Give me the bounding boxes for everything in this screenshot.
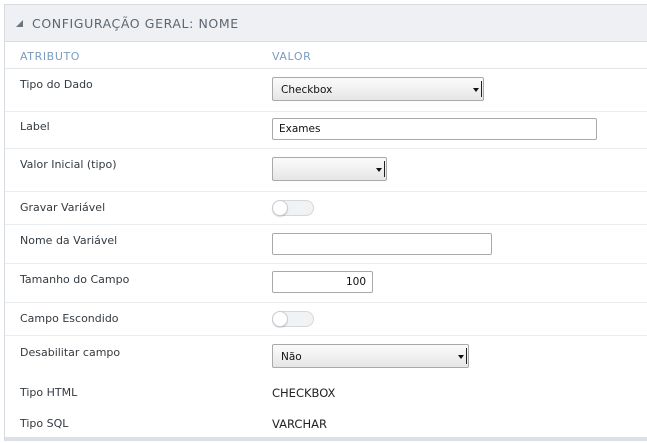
panel-title: CONFIGURAÇÃO GERAL: NOME xyxy=(32,16,239,31)
row-desabilitar-campo: Desabilitar campo Não xyxy=(5,336,647,376)
row-label: Label Exames xyxy=(5,112,647,149)
tipo-do-dado-selected-value: Checkbox xyxy=(281,84,333,96)
desabilitar-campo-select[interactable]: Não xyxy=(272,344,469,368)
panel-footer-strip xyxy=(5,437,647,441)
label-input[interactable]: Exames xyxy=(272,118,597,140)
column-header-attribute: ATRIBUTO xyxy=(20,50,81,63)
row-campo-escondido: Campo Escondido xyxy=(5,303,647,336)
dropdown-arrow-icon xyxy=(376,168,382,172)
collapse-triangle-icon[interactable] xyxy=(16,20,23,27)
column-header-row: ATRIBUTO VALOR xyxy=(5,42,647,69)
row-gravar-variavel: Gravar Variável xyxy=(5,192,647,225)
label-valor-inicial: Valor Inicial (tipo) xyxy=(20,158,117,171)
desabilitar-campo-selected-value: Não xyxy=(281,351,302,363)
tipo-do-dado-select[interactable]: Checkbox xyxy=(272,77,484,101)
row-tipo-sql: Tipo SQL VARCHAR xyxy=(5,408,647,438)
label-tamanho-campo: Tamanho do Campo xyxy=(20,273,130,286)
dropdown-divider xyxy=(466,348,467,364)
label-nome-variavel: Nome da Variável xyxy=(20,234,118,247)
general-config-panel: CONFIGURAÇÃO GERAL: NOME ATRIBUTO VALOR … xyxy=(4,4,647,441)
column-header-value: VALOR xyxy=(272,50,312,63)
dropdown-divider xyxy=(481,81,482,97)
panel-header[interactable]: CONFIGURAÇÃO GERAL: NOME xyxy=(5,5,647,42)
toggle-knob xyxy=(272,311,288,327)
valor-inicial-select[interactable] xyxy=(272,157,387,181)
label-tipo-do-dado: Tipo do Dado xyxy=(20,78,93,91)
tipo-html-value: CHECKBOX xyxy=(272,386,336,400)
row-nome-variavel: Nome da Variável xyxy=(5,225,647,264)
row-valor-inicial: Valor Inicial (tipo) xyxy=(5,149,647,192)
dropdown-arrow-icon xyxy=(458,355,464,359)
tipo-sql-value: VARCHAR xyxy=(272,417,327,431)
row-tipo-html: Tipo HTML CHECKBOX xyxy=(5,377,647,408)
gravar-variavel-toggle[interactable] xyxy=(272,200,314,216)
label-gravar-variavel: Gravar Variável xyxy=(20,201,106,214)
row-tamanho-campo: Tamanho do Campo 100 xyxy=(5,264,647,303)
campo-escondido-toggle[interactable] xyxy=(272,311,314,327)
nome-variavel-input[interactable] xyxy=(272,233,492,255)
dropdown-arrow-icon xyxy=(473,88,479,92)
label-campo-escondido: Campo Escondido xyxy=(20,312,119,325)
label-tipo-html: Tipo HTML xyxy=(20,386,78,399)
label-tipo-sql: Tipo SQL xyxy=(20,417,69,430)
label-desabilitar-campo: Desabilitar campo xyxy=(20,346,121,359)
toggle-knob xyxy=(272,200,288,216)
dropdown-divider xyxy=(384,161,385,177)
tamanho-campo-input[interactable]: 100 xyxy=(272,271,373,293)
row-tipo-do-dado: Tipo do Dado Checkbox xyxy=(5,69,647,112)
label-label: Label xyxy=(20,120,50,133)
